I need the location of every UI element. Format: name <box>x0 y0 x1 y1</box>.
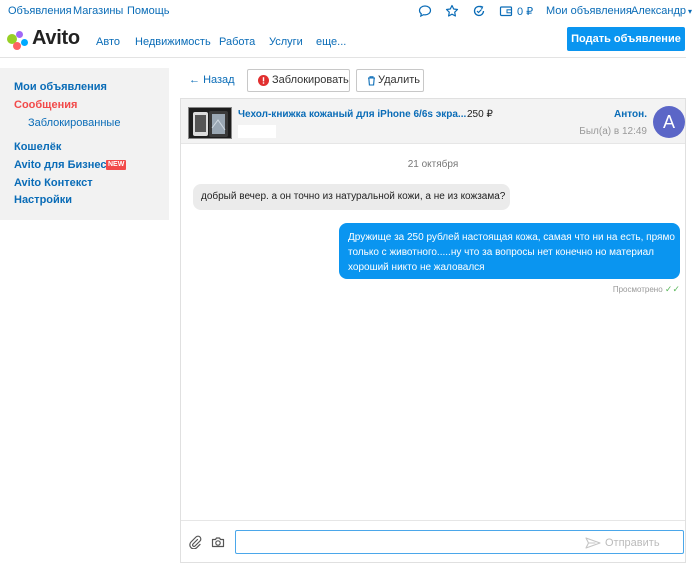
sidebar: Мои объявления Сообщения Заблокированные… <box>0 68 169 220</box>
logo-dot-red <box>13 42 21 50</box>
link-help[interactable]: Помощь <box>127 5 170 17</box>
nav-services[interactable]: Услуги <box>269 36 303 48</box>
avito-logo[interactable]: Avito <box>7 27 87 50</box>
post-ad-button[interactable]: Подать объявление <box>567 27 685 51</box>
logo-text: Avito <box>32 27 80 49</box>
logo-dot-blue <box>21 39 28 46</box>
seen-label: Просмотрено <box>612 285 663 294</box>
trash-icon <box>368 76 375 86</box>
outgoing-line: хороший никто не жаловался <box>348 262 485 273</box>
send-button[interactable]: Отправить <box>585 537 660 549</box>
link-ads[interactable]: Объявления <box>8 5 72 17</box>
sidebar-item-my-ads[interactable]: Мои объявления <box>14 81 107 93</box>
sidebar-item-messages[interactable]: Сообщения <box>14 99 77 111</box>
camera-icon[interactable] <box>211 535 225 549</box>
sidebar-item-business[interactable]: Avito для Бизнеса <box>14 159 113 171</box>
logo-dot-purple <box>16 31 23 38</box>
nav-auto[interactable]: Авто <box>96 36 120 48</box>
link-my-ads[interactable]: Мои объявления <box>546 5 632 17</box>
wallet-amount[interactable]: 0 ₽ <box>517 5 533 18</box>
delete-label: Удалить <box>378 74 420 86</box>
seen-status: Просмотрено ✓✓ <box>581 284 680 295</box>
sidebar-item-wallet[interactable]: Кошелёк <box>14 141 61 153</box>
wallet-icon[interactable] <box>499 4 513 18</box>
outgoing-line: Дружище за 250 рублей настоящая кожа, са… <box>348 232 675 243</box>
user-name: Александр <box>631 5 687 17</box>
new-badge: NEW <box>106 160 127 170</box>
sidebar-item-context[interactable]: Avito Контекст <box>14 177 93 189</box>
chevron-down-icon: ▾ <box>688 7 693 16</box>
search-history-icon[interactable] <box>472 4 486 18</box>
phone-case-image <box>189 108 231 138</box>
double-check-icon: ✓✓ <box>664 284 680 294</box>
nav-realty[interactable]: Недвижимость <box>135 36 211 48</box>
chat-bubble-icon[interactable] <box>418 4 432 18</box>
send-icon <box>585 537 601 549</box>
incoming-message: добрый вечер. а он точно из натуральной … <box>193 184 510 210</box>
arrow-left-icon: ← <box>189 74 200 86</box>
link-shops[interactable]: Магазины <box>73 5 123 17</box>
avatar[interactable]: A <box>653 106 685 138</box>
back-label: Назад <box>203 74 235 86</box>
sidebar-item-settings[interactable]: Настройки <box>14 194 72 206</box>
outgoing-message: Дружище за 250 рублей настоящая кожа, са… <box>339 223 680 279</box>
item-subtitle-box <box>238 125 276 138</box>
star-icon[interactable] <box>445 4 459 18</box>
date-separator: 21 октября <box>407 159 459 170</box>
header-divider <box>0 57 686 58</box>
block-label: Заблокировать <box>272 74 349 86</box>
chat-panel: Чехол-книжка кожаный для iPhone 6/6s экр… <box>180 98 686 563</box>
message-composer: Отправить <box>181 520 685 562</box>
nav-more[interactable]: еще... <box>316 36 346 48</box>
chat-header: Чехол-книжка кожаный для iPhone 6/6s экр… <box>181 99 685 144</box>
block-icon <box>258 75 269 86</box>
user-menu[interactable]: Александр ▾ <box>631 5 692 17</box>
item-price: 250 ₽ <box>467 109 493 120</box>
item-thumbnail[interactable] <box>188 107 232 139</box>
paperclip-icon[interactable] <box>188 535 202 549</box>
main-header: Avito Авто Недвижимость Работа Услуги ещ… <box>0 22 700 56</box>
chat-user-name[interactable]: Антон. <box>611 109 647 120</box>
last-seen-status: Был(а) в 12:49 <box>579 126 647 137</box>
back-link[interactable]: ← Назад <box>189 74 235 86</box>
top-utility-bar: Объявления Магазины Помощь 0 ₽ Мои объяв… <box>0 0 700 22</box>
send-label: Отправить <box>605 537 660 549</box>
nav-jobs[interactable]: Работа <box>219 36 255 48</box>
item-title-link[interactable]: Чехол-книжка кожаный для iPhone 6/6s экр… <box>238 109 466 120</box>
outgoing-line: только с животного.....ну что за вопросы… <box>348 247 654 258</box>
sidebar-item-blocked[interactable]: Заблокированные <box>28 117 120 129</box>
delete-button[interactable]: Удалить <box>356 69 424 92</box>
block-button[interactable]: Заблокировать <box>247 69 350 92</box>
